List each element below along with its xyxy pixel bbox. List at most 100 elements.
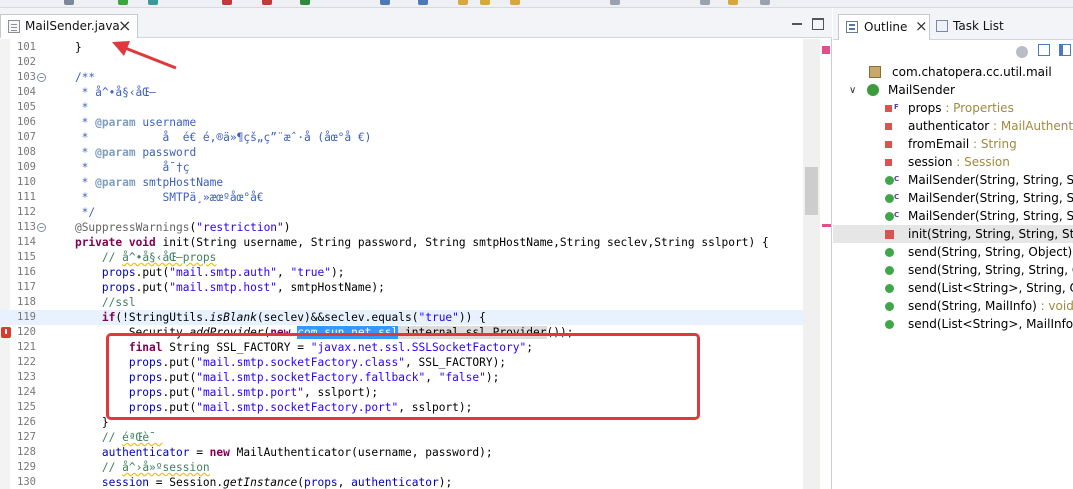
toolbar-icon[interactable] bbox=[300, 0, 310, 5]
code-line[interactable]: 119 if(!StringUtils.isBlank(seclev)&&sec… bbox=[0, 310, 803, 325]
code-text[interactable]: * @param smtpHostName bbox=[48, 175, 223, 190]
code-line[interactable]: 112 */ bbox=[0, 205, 803, 220]
code-text[interactable]: if(!StringUtils.isBlank(seclev)&&seclev.… bbox=[48, 310, 486, 325]
sort-icon[interactable] bbox=[1059, 44, 1071, 56]
code-line[interactable]: 123 props.put("mail.smtp.socketFactory.f… bbox=[0, 370, 803, 385]
toolbar-icon[interactable] bbox=[380, 0, 390, 5]
code-text[interactable]: /** bbox=[48, 70, 95, 85]
code-line[interactable]: 107 * å é€ é‚®ä»¶çš„ç”¨æˆ·å (åœ°å €) bbox=[0, 130, 803, 145]
close-icon[interactable]: × bbox=[118, 16, 131, 35]
code-line[interactable]: 115 // å^•å§‹åŒ–props bbox=[0, 250, 803, 265]
outline-item[interactable]: fromEmail : String bbox=[833, 135, 1073, 153]
scroll-thumb[interactable] bbox=[805, 167, 818, 215]
code-line[interactable]: 117 props.put("mail.smtp.host", smtpHost… bbox=[0, 280, 803, 295]
toolbar-icon[interactable] bbox=[728, 0, 738, 5]
code-text[interactable]: } bbox=[48, 415, 109, 430]
code-text[interactable]: props.put("mail.smtp.port", sslport); bbox=[48, 385, 378, 400]
expand-icon[interactable]: ∨ bbox=[849, 82, 856, 100]
tab-task-list[interactable]: Task List bbox=[934, 14, 1034, 40]
outline-item[interactable]: C MailSender(String, String, String, bbox=[833, 207, 1073, 225]
code-text[interactable]: * @param username bbox=[48, 115, 197, 130]
code-text[interactable]: * å^•å§‹åŒ– bbox=[48, 85, 156, 100]
code-text[interactable]: * @param password bbox=[48, 145, 197, 160]
outline-item[interactable]: send(List<String>, String, Object) bbox=[833, 279, 1073, 297]
code-text[interactable]: props.put("mail.smtp.auth", "true"); bbox=[48, 265, 345, 280]
code-text[interactable]: Security.addProvider(new com.sun.net.ssl… bbox=[48, 325, 573, 340]
code-text[interactable]: // å^•å§‹åŒ–props bbox=[48, 250, 217, 265]
code-text[interactable]: * å é€ é‚®ä»¶çš„ç”¨æˆ·å (åœ°å €) bbox=[48, 130, 372, 145]
code-text[interactable]: * å¯†ç bbox=[48, 160, 203, 175]
overview-marker[interactable] bbox=[822, 224, 831, 227]
debug-icon[interactable] bbox=[148, 0, 158, 5]
forward-icon[interactable] bbox=[760, 0, 770, 5]
tab-mailsender-java[interactable]: MailSender.java × bbox=[0, 14, 138, 38]
code-text[interactable]: final String SSL_FACTORY = "javax.net.ss… bbox=[48, 340, 533, 355]
fold-toggle-icon[interactable]: − bbox=[37, 223, 46, 232]
fold-toggle-icon[interactable]: − bbox=[37, 73, 46, 82]
error-overview-marker[interactable] bbox=[822, 46, 830, 54]
code-line[interactable]: 106 * @param username bbox=[0, 115, 803, 130]
close-icon[interactable]: × bbox=[915, 17, 928, 35]
code-text[interactable]: private void init(String username, Strin… bbox=[48, 235, 769, 250]
code-line[interactable]: 116 props.put("mail.smtp.auth", "true"); bbox=[0, 265, 803, 280]
code-line[interactable]: 120 Security.addProvider(new com.sun.net… bbox=[0, 325, 803, 340]
run-icon[interactable] bbox=[118, 0, 128, 5]
back-icon[interactable] bbox=[700, 0, 710, 5]
code-line[interactable]: 109 * å¯†ç bbox=[0, 160, 803, 175]
minimize-icon[interactable] bbox=[791, 18, 803, 30]
toolbar-icon[interactable] bbox=[510, 0, 520, 5]
code-text[interactable]: // å^›å»ºsession bbox=[48, 460, 210, 475]
outline-item[interactable]: send(String, MailInfo) : void bbox=[833, 297, 1073, 315]
code-line[interactable]: 111 * SMTPä¸»æœºåœ°å€ bbox=[0, 190, 803, 205]
toolbar-icon[interactable] bbox=[64, 0, 74, 5]
code-text[interactable]: authenticator = new MailAuthenticator(us… bbox=[48, 445, 493, 460]
code-line[interactable]: 127 // éªŒè¯ bbox=[0, 430, 803, 445]
code-line[interactable]: 125 props.put("mail.smtp.socketFactory.p… bbox=[0, 400, 803, 415]
outline-item[interactable]: session : Session bbox=[833, 153, 1073, 171]
code-text[interactable]: props.put("mail.smtp.socketFactory.port"… bbox=[48, 400, 473, 415]
code-line[interactable]: 102 bbox=[0, 55, 803, 70]
code-text[interactable]: * SMTPä¸»æœºåœ°å€ bbox=[48, 190, 264, 205]
maximize-icon[interactable] bbox=[812, 18, 824, 30]
code-text[interactable]: props.put("mail.smtp.host", smtpHostName… bbox=[48, 280, 385, 295]
code-text[interactable]: @SuppressWarnings("restriction") bbox=[48, 220, 291, 235]
outline-item[interactable]: send(List<String>, MailInfo) : void bbox=[833, 315, 1073, 333]
folder-icon[interactable] bbox=[458, 0, 468, 5]
code-text[interactable]: props.put("mail.smtp.socketFactory.class… bbox=[48, 355, 506, 370]
code-text[interactable]: */ bbox=[48, 205, 95, 220]
outline-item[interactable]: Fprops : Properties bbox=[833, 99, 1073, 117]
code-line[interactable]: 101 } bbox=[0, 40, 803, 55]
outline-item[interactable]: com.chatopera.cc.util.mail bbox=[833, 63, 1073, 81]
outline-item[interactable]: send(String, String, String, Object bbox=[833, 261, 1073, 279]
code-text[interactable]: props.put("mail.smtp.socketFactory.fallb… bbox=[48, 370, 500, 385]
code-line[interactable]: 118 //ssl bbox=[0, 295, 803, 310]
outline-item[interactable]: ∨ MailSender bbox=[833, 81, 1073, 99]
outline-item[interactable]: send(String, String, Object) : void bbox=[833, 243, 1073, 261]
code-area[interactable]: 101 } 102 103− /** 104 * å^•å§‹åŒ– 105 * 106 … bbox=[0, 39, 832, 489]
code-line[interactable]: 121 final String SSL_FACTORY = "javax.ne… bbox=[0, 340, 803, 355]
code-line[interactable]: 124 props.put("mail.smtp.port", sslport)… bbox=[0, 385, 803, 400]
collapse-all-icon[interactable] bbox=[1038, 44, 1050, 56]
code-text[interactable]: * bbox=[48, 100, 89, 115]
code-text[interactable]: // éªŒè¯ bbox=[48, 430, 163, 445]
toolbar-icon[interactable] bbox=[262, 0, 272, 5]
tab-outline[interactable]: Outline × bbox=[838, 14, 930, 40]
code-line[interactable]: 122 props.put("mail.smtp.socketFactory.c… bbox=[0, 355, 803, 370]
code-line[interactable]: 108 * @param password bbox=[0, 145, 803, 160]
outline-item[interactable]: C MailSender(String, String, String, bbox=[833, 171, 1073, 189]
code-line[interactable]: 113− @SuppressWarnings("restriction") bbox=[0, 220, 803, 235]
code-line[interactable]: 103− /** bbox=[0, 70, 803, 85]
code-line[interactable]: 126 } bbox=[0, 415, 803, 430]
code-line[interactable]: 129 // å^›å»ºsession bbox=[0, 460, 803, 475]
code-text[interactable]: } bbox=[48, 40, 82, 55]
code-line[interactable]: 104 * å^•å§‹åŒ– bbox=[0, 85, 803, 100]
code-line[interactable]: 114 private void init(String username, S… bbox=[0, 235, 803, 250]
outline-item[interactable]: authenticator : MailAuthenticator bbox=[833, 117, 1073, 135]
toolbar-icon[interactable] bbox=[418, 0, 428, 5]
code-text[interactable]: //ssl bbox=[48, 295, 136, 310]
code-line[interactable]: 128 authenticator = new MailAuthenticato… bbox=[0, 445, 803, 460]
vertical-scrollbar[interactable] bbox=[803, 39, 820, 489]
code-text[interactable]: session = Session.getInstance(props, aut… bbox=[48, 475, 452, 489]
code-line[interactable]: 110 * @param smtpHostName bbox=[0, 175, 803, 190]
code-line[interactable]: 130 session = Session.getInstance(props,… bbox=[0, 475, 803, 489]
